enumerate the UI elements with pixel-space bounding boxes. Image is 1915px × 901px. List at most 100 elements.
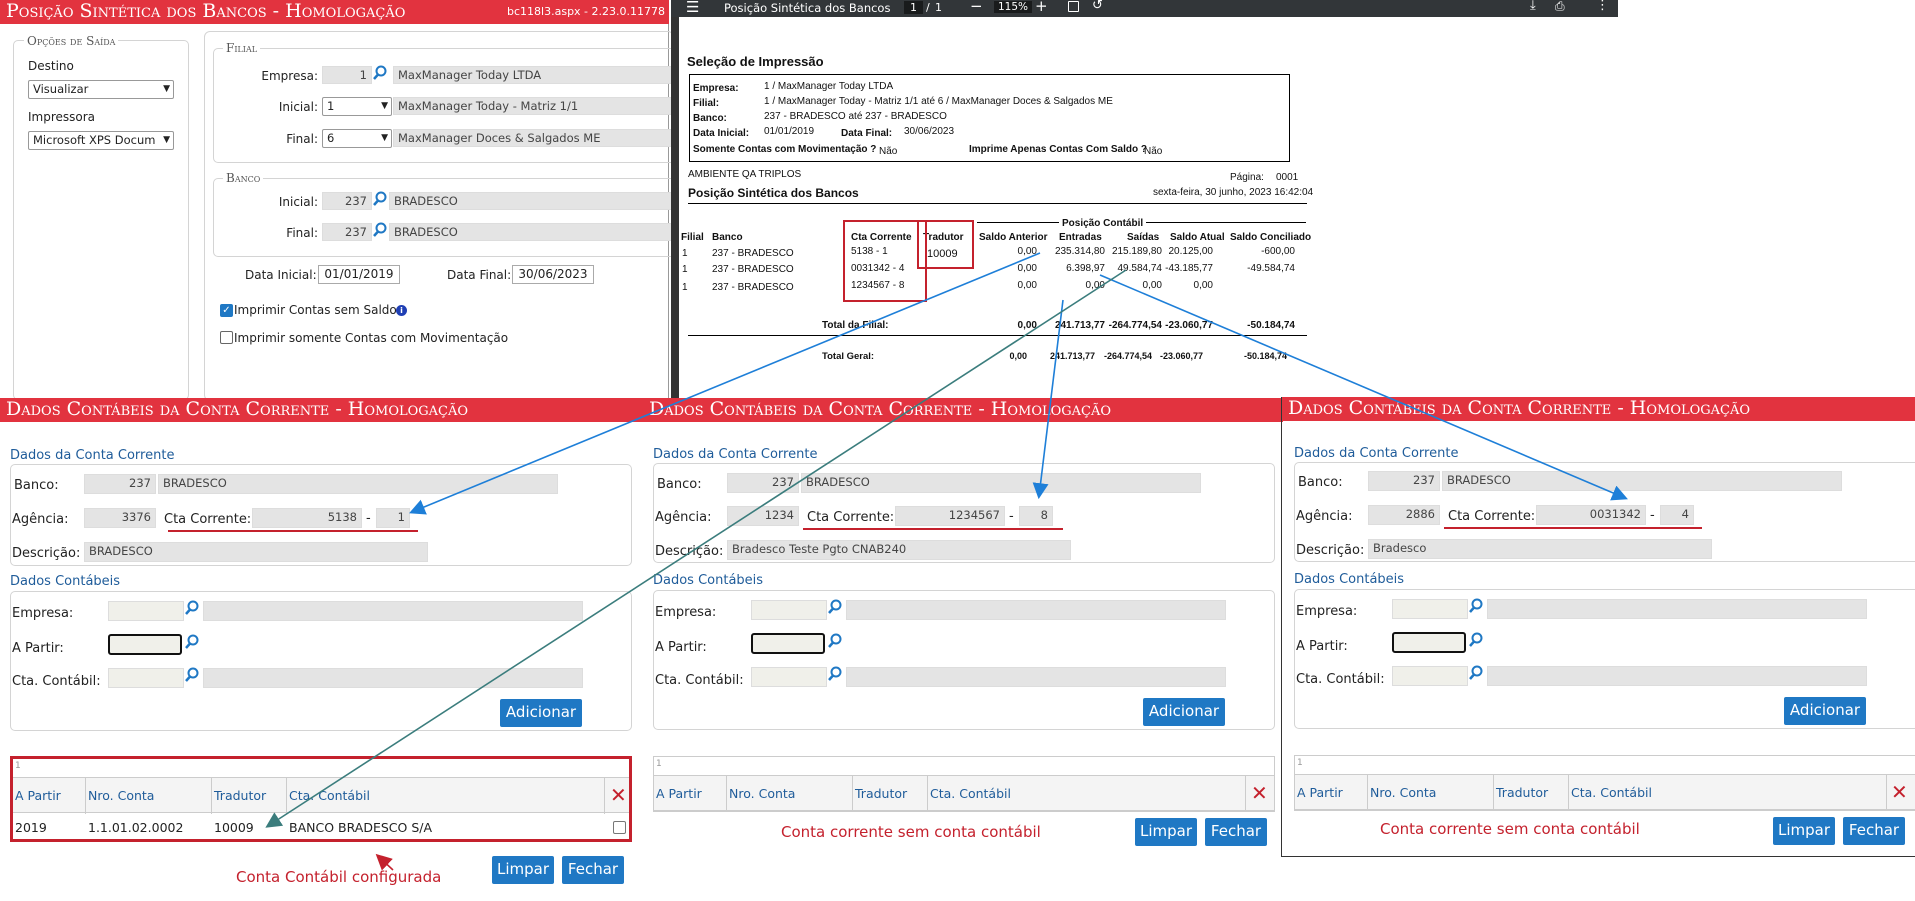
- rotate-icon[interactable]: ↺: [1092, 0, 1103, 13]
- adicionar-button[interactable]: Adicionar: [1784, 697, 1866, 725]
- ambiente-label: AMBIENTE QA TRIPLOS: [688, 169, 802, 180]
- col-banco: Banco: [712, 232, 743, 243]
- more-options-icon[interactable]: ⋮: [1596, 0, 1609, 13]
- search-icon[interactable]: [1468, 632, 1484, 648]
- filial-inicial-select[interactable]: 1 ▼: [322, 97, 392, 116]
- row2-saidas: 49.584,74: [1117, 263, 1163, 274]
- banco-name: BRADESCO: [158, 474, 558, 494]
- col-cta-contabil[interactable]: Cta. Contábil: [1569, 775, 1887, 811]
- banco-name: BRADESCO: [801, 473, 1201, 493]
- search-icon[interactable]: [827, 633, 843, 649]
- col-a-partir[interactable]: A Partir: [1295, 775, 1368, 811]
- close-icon[interactable]: ✕: [1251, 783, 1268, 803]
- info-icon: i: [396, 305, 407, 316]
- page-total: 1: [935, 1, 942, 14]
- empresa-code-input[interactable]: 1: [322, 66, 372, 84]
- a-partir-input[interactable]: [751, 633, 825, 654]
- limpar-button[interactable]: Limpar: [1135, 818, 1197, 846]
- zoom-out-icon[interactable]: −: [970, 0, 983, 15]
- data-final-input[interactable]: 30/06/2023: [512, 265, 594, 284]
- cta-corrente-label: Cta Corrente:: [1448, 509, 1536, 524]
- zoom-level[interactable]: 115%: [994, 1, 1033, 13]
- banco-final-code[interactable]: 237: [322, 223, 372, 241]
- search-icon[interactable]: [1468, 598, 1484, 614]
- filial-final-select[interactable]: 6 ▼: [322, 129, 392, 148]
- download-icon[interactable]: ⤓: [1530, 0, 1536, 13]
- fechar-button[interactable]: Fechar: [1205, 818, 1267, 846]
- data-inicial-label: Data Inicial:: [693, 128, 750, 139]
- search-icon[interactable]: [372, 222, 388, 238]
- checkbox-somente-movimentacao[interactable]: [220, 331, 233, 344]
- fit-page-icon[interactable]: [1068, 1, 1079, 12]
- output-options-legend: Opções de Saída: [24, 34, 119, 48]
- search-icon[interactable]: [827, 599, 843, 615]
- cta-contabil-name: [1487, 666, 1867, 686]
- fechar-button[interactable]: Fechar: [1843, 817, 1905, 845]
- data-inicial-value: 01/01/2019: [764, 126, 815, 137]
- empresa-input[interactable]: [108, 601, 184, 621]
- print-icon[interactable]: ⎙: [1555, 0, 1565, 14]
- data-final-label: Data Final:: [841, 128, 893, 139]
- menu-icon[interactable]: ☰: [686, 0, 699, 16]
- search-icon[interactable]: [184, 600, 200, 616]
- row1-banco: 237 - BRADESCO: [712, 248, 794, 259]
- empresa-input[interactable]: [751, 600, 827, 620]
- search-icon[interactable]: [184, 634, 200, 650]
- close-icon[interactable]: ✕: [1891, 782, 1908, 802]
- cta-digit: 8: [1019, 506, 1053, 526]
- close-icon[interactable]: ✕: [610, 785, 627, 805]
- cta-contabil-label: Cta. Contábil:: [1296, 672, 1385, 687]
- empresa-label: Empresa:: [1296, 604, 1358, 619]
- zoom-in-icon[interactable]: +: [1035, 0, 1048, 15]
- empresa-input[interactable]: [1392, 599, 1468, 619]
- limpar-button[interactable]: Limpar: [1773, 817, 1835, 845]
- data-final-label: Data Final:: [447, 268, 512, 282]
- col-cta-contabil[interactable]: Cta. Contábil: [287, 778, 605, 814]
- total-filial-entradas: 241.713,77: [1054, 320, 1105, 331]
- col-tradutor[interactable]: Tradutor: [1494, 775, 1569, 811]
- cta-contabil-input[interactable]: [1392, 666, 1468, 686]
- a-partir-input[interactable]: [108, 634, 182, 655]
- empresa-name: [203, 601, 583, 621]
- row2-banco: 237 - BRADESCO: [712, 264, 794, 275]
- search-icon[interactable]: [372, 191, 388, 207]
- banco-inicial-label: Inicial:: [278, 195, 318, 209]
- row-checkbox[interactable]: [613, 821, 626, 834]
- fechar-button[interactable]: Fechar: [562, 856, 624, 884]
- cta-contabil-input[interactable]: [751, 667, 827, 687]
- col-tradutor[interactable]: Tradutor: [853, 776, 928, 812]
- col-tradutor[interactable]: Tradutor: [212, 778, 287, 814]
- col-cta-contabil[interactable]: Cta. Contábil: [928, 776, 1246, 812]
- banco-inicial-code[interactable]: 237: [322, 192, 372, 210]
- cta-contabil-input[interactable]: [108, 668, 184, 688]
- col-nro-conta[interactable]: Nro. Conta: [1368, 775, 1494, 811]
- search-icon[interactable]: [1468, 665, 1484, 681]
- banco-code: 237: [727, 473, 799, 493]
- col-a-partir[interactable]: A Partir: [654, 776, 727, 812]
- search-icon[interactable]: [372, 65, 388, 81]
- page-number-input[interactable]: 1: [904, 1, 923, 14]
- version-label: bc118l3.aspx - 2.23.0.11778: [507, 5, 665, 18]
- data-inicial-input[interactable]: 01/01/2019: [318, 265, 400, 284]
- destino-select[interactable]: Visualizar ▼: [28, 80, 174, 99]
- col-nro-conta[interactable]: Nro. Conta: [86, 778, 212, 814]
- cta-corrente-label: Cta Corrente:: [164, 512, 252, 527]
- col-a-partir[interactable]: A Partir: [13, 778, 86, 814]
- agencia-label: Agência:: [12, 512, 69, 527]
- table-row[interactable]: 2019 1.1.01.02.0002 10009 BANCO BRADESCO…: [13, 813, 629, 842]
- col-nro-conta[interactable]: Nro. Conta: [727, 776, 853, 812]
- adicionar-button[interactable]: Adicionar: [1143, 698, 1225, 726]
- limpar-button[interactable]: Limpar: [492, 856, 554, 884]
- search-icon[interactable]: [827, 666, 843, 682]
- checkbox-imprimir-sem-saldo[interactable]: ✓: [220, 304, 233, 317]
- pagina-label: Página:: [1230, 172, 1264, 183]
- adicionar-button[interactable]: Adicionar: [500, 699, 582, 727]
- a-partir-input[interactable]: [1392, 632, 1466, 653]
- panel-title-bar: Dados Contábeis da Conta Corrente - Homo…: [1282, 397, 1915, 421]
- impressora-select[interactable]: Microsoft XPS Docum ▼: [28, 131, 174, 150]
- cell-nro-conta: 1.1.01.02.0002: [88, 820, 184, 835]
- chevron-down-icon: ▼: [163, 135, 170, 145]
- search-icon[interactable]: [184, 667, 200, 683]
- total-filial-saldo-anterior: 0,00: [1017, 320, 1037, 331]
- section-dados-conta: Dados da Conta Corrente: [10, 448, 175, 463]
